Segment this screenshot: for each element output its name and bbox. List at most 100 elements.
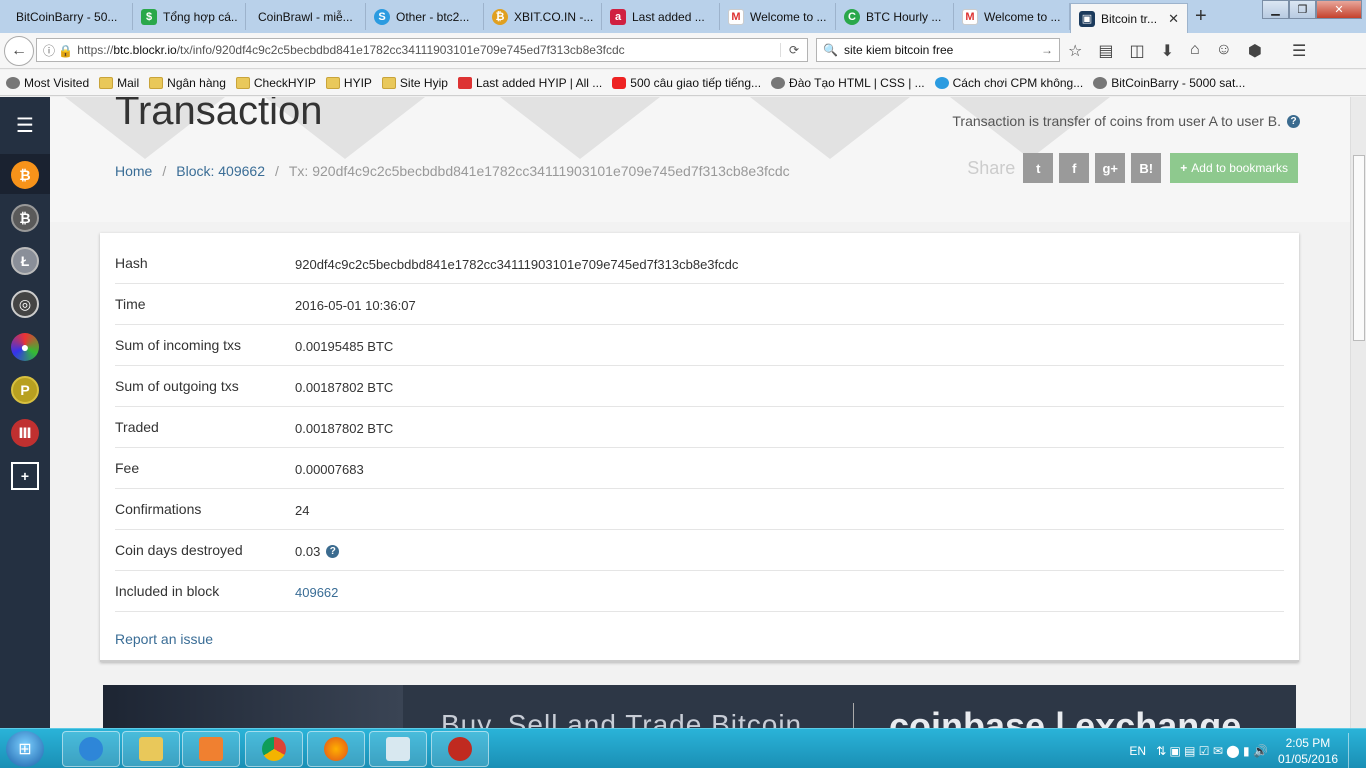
help-icon[interactable]: ? xyxy=(326,545,340,558)
browser-tab[interactable]: a Last added ... xyxy=(602,3,720,30)
minimize-button[interactable]: ▁ xyxy=(1262,0,1289,19)
tray-icons[interactable]: ⇅ ▣ ▤ ☑ ✉ ⬤ ▮ 🔊 xyxy=(1156,744,1268,758)
banner-divider xyxy=(853,703,854,728)
detail-label: Included in block xyxy=(115,583,220,599)
search-bar[interactable]: 🔍 site kiem bitcoin free → xyxy=(816,38,1060,62)
language-indicator[interactable]: EN xyxy=(1129,744,1146,758)
add-coin-icon[interactable]: + xyxy=(11,462,39,490)
detail-value: 0.00195485 BTC xyxy=(295,339,394,354)
bookmark-item[interactable]: Most Visited xyxy=(6,76,89,90)
ppcoin-icon[interactable]: P xyxy=(11,376,39,404)
browser-tab[interactable]: C BTC Hourly ... xyxy=(836,3,954,30)
menu-icon[interactable]: ☰ xyxy=(1292,41,1306,61)
breadcrumb: Home / Block: 409662 / Tx: 920df4c9c2c5b… xyxy=(115,163,790,179)
globe-icon xyxy=(6,76,20,89)
chrome-taskbar-button[interactable] xyxy=(245,731,303,767)
back-button[interactable]: ← xyxy=(4,36,34,66)
twitter-share-button[interactable]: t xyxy=(1023,153,1054,183)
browser-tab[interactable]: M Welcome to ... xyxy=(720,3,836,30)
ccleaner-taskbar-button[interactable] xyxy=(431,731,489,767)
coinbase-ad-banner[interactable]: Buy, Sell and Trade Bitcoin coinbase | e… xyxy=(103,685,1296,728)
detail-value: 0.00007683 xyxy=(295,462,364,477)
detail-row-block: Included in block 409662 xyxy=(115,571,1284,612)
twitter-icon: t xyxy=(1036,160,1041,176)
browser-tab[interactable]: CoinBrawl - miễ... xyxy=(246,3,366,30)
bookmark-item[interactable]: Ngân hàng xyxy=(149,76,226,90)
start-button[interactable]: ⊞ xyxy=(6,731,44,767)
close-tab-icon[interactable]: ✕ xyxy=(1162,11,1179,27)
bookmark-item[interactable]: BitCoinBarry - 5000 sat... xyxy=(1093,76,1245,90)
new-tab-button[interactable]: + xyxy=(1195,5,1207,28)
share-bar: Share t f g+ B! + Add to bookmarks xyxy=(967,153,1298,183)
detail-label: Sum of outgoing txs xyxy=(115,378,239,394)
bookmark-item[interactable]: Last added HYIP | All ... xyxy=(457,75,603,90)
google-plus-share-button[interactable]: g+ xyxy=(1095,153,1126,183)
browser-tab[interactable]: $ Tổng hợp cá... xyxy=(133,3,246,30)
home-icon[interactable]: ⌂ xyxy=(1190,41,1200,61)
bitcoin-testnet-icon[interactable]: ₿ xyxy=(11,204,39,232)
browser-tab[interactable]: M Welcome to ... xyxy=(954,3,1070,30)
show-desktop-button[interactable] xyxy=(1348,733,1358,768)
bookmark-label: Đào Tạo HTML | CSS | ... xyxy=(789,75,925,90)
search-input[interactable]: site kiem bitcoin free xyxy=(844,43,953,57)
clock[interactable]: 2:05 PM 01/05/2016 xyxy=(1278,735,1338,767)
pocket-icon[interactable]: ◫ xyxy=(1129,41,1144,61)
bookmark-label: CheckHYIP xyxy=(253,75,316,90)
close-window-button[interactable]: ✕ xyxy=(1316,0,1362,19)
restore-button[interactable]: ❐ xyxy=(1289,0,1316,19)
url-bar[interactable]: ⓘ 🔒 https://btc.blockr.io/tx/info/920df4… xyxy=(36,38,808,62)
window-controls: ▁ ❐ ✕ xyxy=(1262,0,1362,19)
detail-value: 0.03 xyxy=(295,544,321,559)
litecoin-icon[interactable]: Ł xyxy=(11,247,39,275)
bookmark-item[interactable]: Mail xyxy=(99,76,139,90)
scrollbar-thumb[interactable] xyxy=(1353,155,1365,341)
bookmark-item[interactable]: 500 câu giao tiếp tiếng... xyxy=(612,76,761,90)
breadcrumb-home[interactable]: Home xyxy=(115,163,152,179)
coin-icon: ₿ xyxy=(492,8,508,25)
browser-tab[interactable]: S Other - btc2... xyxy=(366,3,484,30)
browser-tab[interactable]: ₿ XBIT.CO.IN -... xyxy=(484,3,602,30)
bookmark-item[interactable]: Cách chơi CPM không... xyxy=(934,75,1084,90)
explorer-taskbar-button[interactable] xyxy=(122,731,180,767)
download-icon[interactable]: ⬇ xyxy=(1161,41,1174,61)
bookmark-label: Cách chơi CPM không... xyxy=(952,75,1084,90)
bookmark-item[interactable]: HYIP xyxy=(325,76,372,90)
browser-tab[interactable]: BitCoinBarry - 50... xyxy=(8,3,133,30)
bookmark-star-icon[interactable]: ☆ xyxy=(1068,41,1082,61)
info-lock-icon[interactable]: ⓘ 🔒 xyxy=(43,42,73,59)
bookmark-item[interactable]: Đào Tạo HTML | CSS | ... xyxy=(771,76,925,90)
page-scrollbar[interactable] xyxy=(1350,97,1366,728)
add-to-bookmarks-button[interactable]: + Add to bookmarks xyxy=(1170,153,1298,183)
bookmark-label: Last added HYIP | All ... xyxy=(475,75,603,90)
firefox-taskbar-button[interactable] xyxy=(307,731,365,767)
report-issue-link[interactable]: Report an issue xyxy=(115,631,213,647)
hatena-share-button[interactable]: B! xyxy=(1131,153,1162,183)
facebook-share-button[interactable]: f xyxy=(1059,153,1090,183)
browser-tab-active[interactable]: ▣ Bitcoin tr... ✕ xyxy=(1070,3,1188,33)
media-taskbar-button[interactable] xyxy=(182,731,240,767)
help-icon[interactable]: ? xyxy=(1287,114,1300,128)
peercoin-icon[interactable]: ● xyxy=(11,333,39,361)
clock-time: 2:05 PM xyxy=(1285,736,1331,750)
bookmark-item[interactable]: CheckHYIP xyxy=(235,75,316,90)
ie-taskbar-button[interactable] xyxy=(62,731,120,767)
block-link[interactable]: 409662 xyxy=(295,585,338,600)
breadcrumb-block[interactable]: Block: 409662 xyxy=(176,163,265,179)
bookmark-item[interactable]: Site Hyip xyxy=(381,76,448,90)
reload-icon[interactable]: ⟳ xyxy=(779,43,807,57)
adblock-icon[interactable]: ⬢ xyxy=(1248,41,1262,61)
digitalcoin-icon[interactable]: ◎ xyxy=(11,290,39,318)
reading-list-icon[interactable]: ▤ xyxy=(1098,41,1113,61)
detail-value: 920df4c9c2c5becbdbd841e1782cc34111903101… xyxy=(295,257,739,272)
megacoin-icon[interactable]: Ⅲ xyxy=(11,419,39,447)
search-icon: 🔍 xyxy=(823,43,838,57)
notepad-taskbar-button[interactable] xyxy=(369,731,427,767)
detail-value: 0.00187802 BTC xyxy=(295,421,394,436)
bitcoin-icon[interactable]: ₿ xyxy=(11,161,39,189)
browser-tab-strip: BitCoinBarry - 50... $ Tổng hợp cá... Co… xyxy=(0,0,1366,33)
breadcrumb-separator: / xyxy=(274,163,279,179)
search-go-icon[interactable]: → xyxy=(1041,43,1059,57)
menu-icon[interactable]: ☰ xyxy=(11,111,39,139)
facebook-icon: f xyxy=(1072,160,1077,176)
emoji-icon[interactable]: ☺ xyxy=(1216,41,1232,61)
